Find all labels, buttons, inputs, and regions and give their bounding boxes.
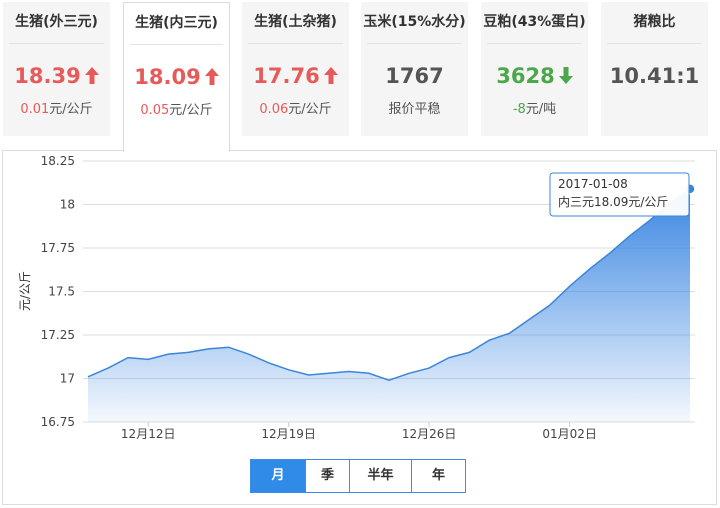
card-title: 生猪(外三元) bbox=[15, 14, 98, 30]
range-tabs: 月 季 半年 年 bbox=[250, 459, 466, 493]
card-divider bbox=[248, 43, 343, 44]
x-tick-label: 01月02日 bbox=[542, 427, 597, 441]
card-change: 0.01元/公斤 bbox=[3, 100, 110, 120]
card-hog-grain-ratio[interactable]: 猪粮比 10.41:1 bbox=[601, 2, 708, 136]
price-trend-chart: 16.75 17 17.25 17.5 17.75 18 18.25 12月12日 12月19日… bbox=[18, 154, 696, 441]
card-change: 0.05元/公斤 bbox=[124, 101, 229, 121]
tooltip-date: 2017-01-08 bbox=[558, 177, 628, 191]
price-area-fill bbox=[88, 188, 690, 422]
y-tick-label: 18 bbox=[60, 198, 75, 212]
card-change-amount: -8 bbox=[512, 102, 526, 117]
card-change-amount: 0.06 bbox=[259, 102, 289, 117]
card-title: 生猪(内三元) bbox=[135, 15, 218, 31]
price-cards: 生猪(外三元) 18.39 0.01元/公斤 生猪(内三元) 18.09 0.05元/公斤… bbox=[0, 0, 720, 152]
card-value-text: 3628 bbox=[496, 64, 555, 88]
card-change: 报价平稳 bbox=[361, 100, 468, 120]
card-inner-three[interactable]: 生猪(内三元) 18.09 0.05元/公斤 bbox=[123, 2, 230, 152]
card-divider bbox=[607, 43, 702, 44]
card-change-unit: 元/公斤 bbox=[49, 102, 93, 117]
tooltip: 2017-01-08 内三元18.09元/公斤 bbox=[549, 172, 690, 217]
tab-month[interactable]: 月 bbox=[251, 460, 305, 492]
card-value-text: 10.41:1 bbox=[609, 64, 700, 88]
arrow-down-icon bbox=[558, 66, 573, 84]
card-corn[interactable]: 玉米(15%水分) 1767 报价平稳 bbox=[361, 2, 468, 136]
y-tick-label: 18.25 bbox=[41, 154, 75, 168]
tooltip-value: 内三元18.09元/公斤 bbox=[558, 195, 668, 209]
arrow-up-icon bbox=[323, 66, 338, 84]
card-change-unit: 报价平稳 bbox=[388, 102, 441, 117]
x-tick-label: 12月12日 bbox=[121, 427, 176, 441]
card-change-unit: 元/公斤 bbox=[169, 103, 213, 118]
card-value: 18.39 bbox=[3, 62, 110, 90]
x-tick-label: 12月19日 bbox=[261, 427, 316, 441]
card-soymeal[interactable]: 豆粕(43%蛋白) 3628 -8元/吨 bbox=[481, 2, 588, 136]
card-title: 玉米(15%水分) bbox=[363, 14, 466, 30]
card-value-text: 1767 bbox=[385, 64, 444, 88]
card-local-hog[interactable]: 生猪(土杂猪) 17.76 0.06元/公斤 bbox=[242, 2, 349, 136]
card-title: 豆粕(43%蛋白) bbox=[483, 14, 586, 30]
chart-panel: 16.75 17 17.25 17.5 17.75 18 18.25 12月12日 12月19日… bbox=[2, 150, 717, 505]
card-change: -8元/吨 bbox=[481, 100, 588, 120]
card-value: 3628 bbox=[481, 62, 588, 90]
tab-year[interactable]: 年 bbox=[411, 460, 465, 492]
card-value: 1767 bbox=[361, 62, 468, 90]
y-tick-label: 17.5 bbox=[48, 285, 75, 299]
card-change-amount: 0.05 bbox=[140, 103, 170, 118]
x-tick-label: 12月26日 bbox=[402, 427, 457, 441]
card-value-text: 17.76 bbox=[253, 64, 320, 88]
card-divider bbox=[487, 43, 582, 44]
card-outer-three[interactable]: 生猪(外三元) 18.39 0.01元/公斤 bbox=[3, 2, 110, 136]
card-value: 10.41:1 bbox=[601, 62, 708, 90]
arrow-up-icon bbox=[204, 67, 219, 85]
card-divider bbox=[367, 43, 462, 44]
tab-quarter[interactable]: 季 bbox=[305, 460, 349, 492]
card-change-unit: 元/吨 bbox=[525, 102, 557, 117]
card-title: 猪粮比 bbox=[633, 14, 676, 30]
card-change-unit: 元/公斤 bbox=[288, 102, 332, 117]
card-value-text: 18.09 bbox=[134, 65, 201, 89]
y-tick-label: 17.75 bbox=[41, 241, 75, 255]
card-value-text: 18.39 bbox=[14, 64, 81, 88]
y-tick-label: 17 bbox=[60, 372, 75, 386]
card-value: 18.09 bbox=[124, 63, 229, 91]
card-change: 0.06元/公斤 bbox=[242, 100, 349, 120]
arrow-up-icon bbox=[84, 66, 99, 84]
card-title: 生猪(土杂猪) bbox=[254, 14, 337, 30]
tab-half-year[interactable]: 半年 bbox=[349, 460, 411, 492]
y-axis-label: 元/公斤 bbox=[18, 271, 32, 311]
y-tick-label: 16.75 bbox=[41, 415, 75, 429]
card-divider bbox=[130, 44, 223, 45]
card-value: 17.76 bbox=[242, 62, 349, 90]
card-change-amount: 0.01 bbox=[20, 102, 50, 117]
y-tick-label: 17.25 bbox=[41, 328, 75, 342]
card-divider bbox=[9, 43, 104, 44]
